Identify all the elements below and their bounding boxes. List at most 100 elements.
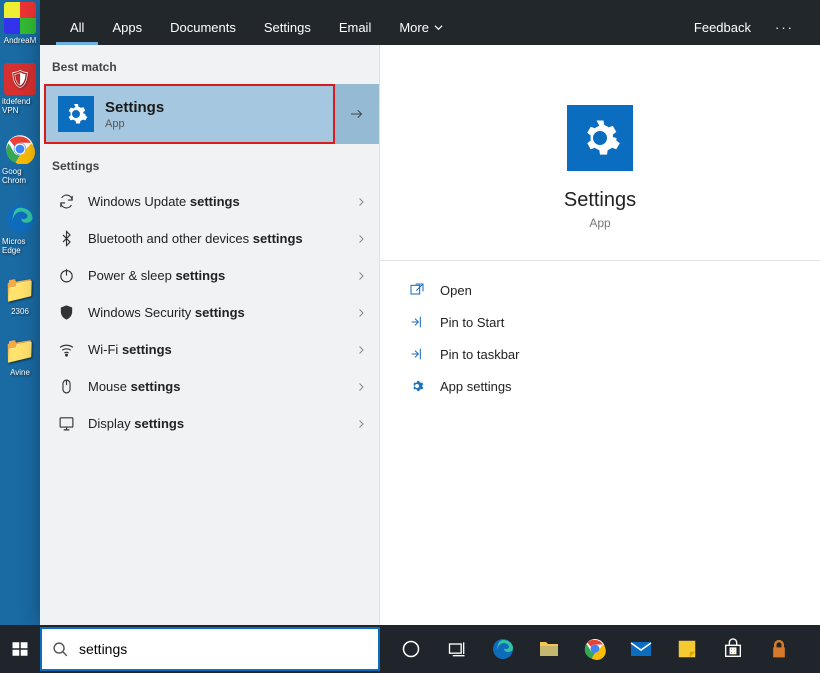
settings-item-display[interactable]: Display settings (40, 405, 379, 442)
store-icon (722, 638, 744, 660)
settings-item-label: Wi-Fi settings (78, 342, 355, 357)
settings-item-bluetooth[interactable]: Bluetooth and other devices settings (40, 220, 379, 257)
folder-icon: 📁 (4, 334, 36, 366)
action-label: Pin to taskbar (440, 347, 520, 362)
settings-item-label: Power & sleep settings (78, 268, 355, 283)
action-label: Pin to Start (440, 315, 504, 330)
best-match-settings[interactable]: Settings App (44, 84, 335, 144)
search-top-bar: All Apps Documents Settings Email More F… (40, 0, 820, 45)
settings-item-mouse[interactable]: Mouse settings (40, 368, 379, 405)
start-search-panel: All Apps Documents Settings Email More F… (40, 0, 820, 625)
desktop-icons-strip: AndreaM 🛡 itdefend VPN Goog Chrom Micros… (0, 0, 40, 625)
settings-item-label: Mouse settings (78, 379, 355, 394)
chevron-right-icon (355, 344, 367, 356)
desktop-icon[interactable]: Goog Chrom (2, 133, 38, 185)
desktop-icon[interactable]: AndreaM (2, 2, 38, 45)
tab-apps[interactable]: Apps (98, 8, 156, 45)
mouse-icon (54, 378, 78, 395)
wifi-icon (54, 341, 78, 358)
chevron-right-icon (355, 381, 367, 393)
action-pin-start[interactable]: Pin to Start (404, 307, 796, 337)
app-subtitle: App (589, 216, 610, 230)
best-match-title: Settings (105, 99, 164, 116)
chevron-right-icon (355, 270, 367, 282)
cortana-button[interactable] (388, 625, 434, 673)
settings-item-label: Display settings (78, 416, 355, 431)
tab-settings[interactable]: Settings (250, 8, 325, 45)
desktop-icon-label: itdefend VPN (2, 97, 38, 115)
edge-icon (491, 637, 515, 661)
preview-column: Settings App Open Pin to Start (380, 45, 820, 625)
lock-icon (769, 639, 789, 659)
pin-icon (408, 314, 426, 330)
store-taskbar[interactable] (710, 625, 756, 673)
desktop-icon-label: Goog Chrom (2, 167, 38, 185)
tab-documents[interactable]: Documents (156, 8, 250, 45)
settings-section-label: Settings (40, 144, 379, 183)
chevron-right-icon (355, 233, 367, 245)
desktop-icon-label: Avine (10, 368, 30, 377)
settings-item-shield[interactable]: Windows Security settings (40, 294, 379, 331)
chrome-icon (583, 637, 607, 661)
taskbar (0, 625, 820, 673)
tab-email[interactable]: Email (325, 8, 386, 45)
folder-icon (537, 637, 561, 661)
search-box[interactable] (40, 627, 380, 671)
results-column: Best match Settings App Settings Windows… (40, 45, 380, 625)
mail-icon (629, 637, 653, 661)
settings-item-label: Windows Security settings (78, 305, 355, 320)
task-view-button[interactable] (434, 625, 480, 673)
desktop-icon-label: 2306 (11, 307, 29, 316)
desktop-icon-label: Micros Edge (2, 237, 38, 255)
expand-arrow[interactable] (335, 84, 379, 144)
search-icon (52, 641, 69, 658)
gear-icon (58, 96, 94, 132)
settings-item-label: Bluetooth and other devices settings (78, 231, 355, 246)
settings-item-refresh[interactable]: Windows Update settings (40, 183, 379, 220)
action-app-settings[interactable]: App settings (404, 371, 796, 401)
desktop-icon[interactable]: 📁 2306 (2, 273, 38, 316)
task-view-icon (447, 639, 467, 659)
bluetooth-icon (54, 230, 78, 247)
chevron-down-icon (434, 23, 443, 32)
circle-icon (401, 639, 421, 659)
desktop-icon-label: AndreaM (4, 36, 36, 45)
search-input[interactable] (79, 641, 368, 657)
settings-item-label: Windows Update settings (78, 194, 355, 209)
more-options[interactable]: ··· (765, 20, 804, 45)
windows-icon (11, 640, 29, 658)
best-match-label: Best match (40, 45, 379, 84)
edge-taskbar[interactable] (480, 625, 526, 673)
open-icon (408, 282, 426, 298)
feedback-link[interactable]: Feedback (680, 8, 765, 45)
start-button[interactable] (0, 625, 40, 673)
tab-more[interactable]: More (385, 8, 457, 45)
settings-item-wifi[interactable]: Wi-Fi settings (40, 331, 379, 368)
desktop-icon[interactable]: Micros Edge (2, 203, 38, 255)
action-pin-taskbar[interactable]: Pin to taskbar (404, 339, 796, 369)
settings-item-power[interactable]: Power & sleep settings (40, 257, 379, 294)
desktop-icon[interactable]: 📁 Avine (2, 334, 38, 377)
action-list: Open Pin to Start Pin to taskbar (380, 260, 820, 415)
explorer-taskbar[interactable] (526, 625, 572, 673)
pin-icon (408, 346, 426, 362)
tab-all[interactable]: All (56, 8, 98, 45)
note-icon (676, 638, 698, 660)
shield-icon: 🛡 (4, 63, 36, 95)
action-label: App settings (440, 379, 512, 394)
best-match-row: Settings App (40, 84, 379, 144)
desktop-icon[interactable]: 🛡 itdefend VPN (2, 63, 38, 115)
action-label: Open (440, 283, 472, 298)
best-match-subtitle: App (105, 118, 164, 130)
chevron-right-icon (355, 307, 367, 319)
display-icon (54, 415, 78, 432)
action-open[interactable]: Open (404, 275, 796, 305)
edge-icon (4, 203, 36, 235)
mail-taskbar[interactable] (618, 625, 664, 673)
sticky-taskbar[interactable] (664, 625, 710, 673)
app-title: Settings (564, 189, 636, 212)
security-taskbar[interactable] (756, 625, 802, 673)
refresh-icon (54, 193, 78, 210)
chrome-taskbar[interactable] (572, 625, 618, 673)
chevron-right-icon (355, 418, 367, 430)
